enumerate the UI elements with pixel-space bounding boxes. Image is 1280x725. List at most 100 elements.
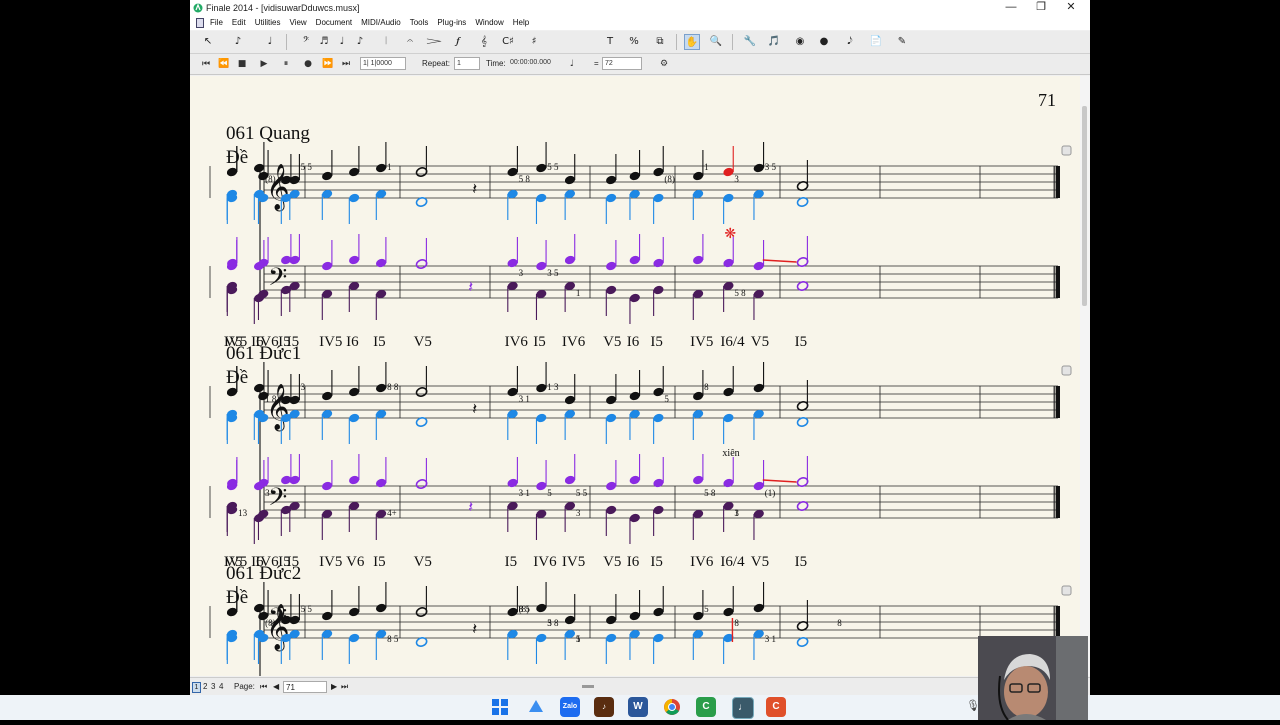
- chord-symbol: V5: [414, 334, 432, 350]
- midi-tool-icon[interactable]: ●: [816, 34, 832, 50]
- chord-symbol: IV6: [505, 334, 529, 350]
- close-button[interactable]: ✕: [1056, 0, 1086, 16]
- text-tool-icon[interactable]: T: [602, 34, 618, 50]
- document-icon[interactable]: [196, 18, 204, 28]
- chord-symbol: I5: [650, 334, 663, 350]
- app-icon[interactable]: C: [766, 697, 786, 717]
- lock-icon: [1061, 585, 1072, 596]
- figure-mark: 5: [547, 488, 552, 498]
- stop-icon[interactable]: ■: [234, 57, 250, 71]
- page-tab-4[interactable]: 4: [219, 678, 223, 695]
- camtasia-icon[interactable]: C: [696, 697, 716, 717]
- page-number-field[interactable]: 71: [283, 681, 327, 693]
- menu-plug-ins[interactable]: Plug-ins: [437, 16, 466, 30]
- menu-help[interactable]: Help: [513, 16, 529, 30]
- selection-tool-icon[interactable]: ↖: [200, 34, 216, 50]
- graphics-tool-icon[interactable]: ⧉: [652, 34, 668, 50]
- menu-document[interactable]: Document: [316, 16, 352, 30]
- repeat-label: Repeat:: [422, 59, 451, 68]
- expression-icon[interactable]: 𝆑: [450, 34, 466, 50]
- menu-tools[interactable]: Tools: [410, 16, 429, 30]
- lyrics-tool-icon[interactable]: ♯: [526, 34, 542, 50]
- score-page: 71061 QuangĐề𝄞𝄢𝄽𝄽❋I5IV6IV5V5 I6 I5 IV5 I6 I5 V…: [209, 90, 1072, 695]
- search-icon[interactable]: [526, 697, 546, 717]
- key-tool-icon[interactable]: ♩: [262, 34, 278, 50]
- articulation-icon[interactable]: 𝆓: [426, 34, 442, 50]
- prev-page-icon[interactable]: ◀: [273, 678, 279, 695]
- rewind-icon[interactable]: ⏪: [216, 57, 232, 71]
- first-page-icon[interactable]: ⏮: [260, 678, 267, 695]
- chrome-icon[interactable]: [662, 697, 682, 717]
- figure-mark: 5: [664, 394, 669, 404]
- tempo-field[interactable]: 72: [602, 57, 642, 70]
- record-icon[interactable]: ●: [300, 57, 316, 71]
- page-label: Page:: [234, 682, 255, 691]
- figure-mark: 8 5: [519, 604, 531, 614]
- smart-shape-icon[interactable]: 𝄐: [402, 34, 418, 50]
- repeat-field[interactable]: 1: [454, 57, 480, 70]
- windows-icon[interactable]: [490, 697, 510, 717]
- menu-utilities[interactable]: Utilities: [255, 16, 281, 30]
- mirror-tool-icon[interactable]: 🎵: [766, 34, 782, 50]
- minimize-button[interactable]: —: [996, 0, 1026, 16]
- webcam-overlay: [978, 636, 1088, 720]
- vertical-scrollbar[interactable]: [1080, 76, 1090, 676]
- menu-edit[interactable]: Edit: [232, 16, 246, 30]
- maximize-button[interactable]: ❐: [1026, 0, 1056, 16]
- clef-tool-icon[interactable]: 𝄢: [298, 34, 314, 50]
- zalo-icon[interactable]: Zalo: [560, 697, 580, 717]
- next-page-icon[interactable]: ▶: [331, 678, 337, 695]
- figure-mark: 5 5: [547, 162, 559, 172]
- status-resize-handle[interactable]: [582, 685, 594, 688]
- tuplet-tool-icon[interactable]: 𝄀: [378, 34, 394, 50]
- quarter-rest: 𝄽: [468, 279, 473, 296]
- wrench-icon[interactable]: 🔧: [742, 34, 758, 50]
- treble-clef: 𝄞: [266, 164, 290, 212]
- scrollbar-thumb[interactable]: [1082, 106, 1087, 306]
- note-tool-icon[interactable]: ♪: [352, 34, 368, 50]
- page-layout-icon[interactable]: 📄: [868, 34, 884, 50]
- hand-grabber-icon[interactable]: ✋: [684, 34, 700, 50]
- menu-file[interactable]: File: [210, 16, 223, 30]
- chord-tool-icon[interactable]: C♯: [500, 34, 516, 50]
- pause-icon[interactable]: ⏸: [278, 57, 294, 71]
- chord-symbol: IV5: [319, 554, 342, 570]
- chord-symbol: I6/4: [720, 554, 745, 570]
- menu-midi-audio[interactable]: MIDI/Audio: [361, 16, 401, 30]
- human-playback-icon[interactable]: 𝅘𝅥𝅮: [842, 34, 858, 50]
- figure-mark: 5 5: [576, 488, 588, 498]
- page-tab-1[interactable]: 1: [192, 682, 201, 693]
- measure-counter-field[interactable]: 1| 1|0000: [360, 57, 406, 70]
- simple-entry-icon[interactable]: ♬: [316, 34, 332, 50]
- last-page-icon[interactable]: ⏭: [341, 678, 348, 695]
- menu-window[interactable]: Window: [475, 16, 503, 30]
- rewind-start-icon[interactable]: ⏮: [198, 57, 214, 71]
- chord-symbol: I5: [795, 554, 808, 570]
- lock-icon: [1061, 145, 1072, 156]
- system-title: 061 Đức2: [226, 563, 301, 584]
- menu-bar: File Edit Utilities View Document MIDI/A…: [190, 16, 1090, 30]
- finale-icon[interactable]: ♩: [732, 697, 754, 719]
- zoom-tool-icon[interactable]: 🔍: [708, 34, 724, 50]
- word-icon[interactable]: W: [628, 697, 648, 717]
- staff-tool-icon[interactable]: ♪: [230, 34, 246, 50]
- figure-mark: 3 1: [519, 394, 530, 404]
- figure-mark: 1: [704, 162, 709, 172]
- page-tab-3[interactable]: 3: [211, 678, 215, 695]
- measure-tool-icon[interactable]: 𝄞: [476, 34, 492, 50]
- score-canvas[interactable]: 71 061 Quang Đề 𝄞 𝄢 𝄽 𝄽 ❋ I5 IV6 IV5 V5 I6 I5 IV5 I6 I5 V…: [190, 76, 1080, 695]
- page-tab-2[interactable]: 2: [203, 678, 207, 695]
- fast-forward-icon[interactable]: ⏩: [320, 57, 336, 71]
- tempo-note-icon[interactable]: ♩: [564, 57, 580, 71]
- resize-tool-icon[interactable]: %: [626, 34, 642, 50]
- special-tools-icon[interactable]: ◉: [792, 34, 808, 50]
- playback-settings-icon[interactable]: ⚙: [656, 57, 672, 71]
- speedy-entry-icon[interactable]: ♩: [334, 34, 350, 50]
- forward-end-icon[interactable]: ⏭: [338, 57, 354, 71]
- menu-view[interactable]: View: [289, 16, 306, 30]
- play-icon[interactable]: ▶: [256, 57, 272, 71]
- chord-symbol: I5: [650, 554, 663, 570]
- figure-mark: 3: [734, 174, 739, 184]
- musescore-icon[interactable]: ♪: [594, 697, 614, 717]
- pencil-icon[interactable]: ✎: [894, 34, 910, 50]
